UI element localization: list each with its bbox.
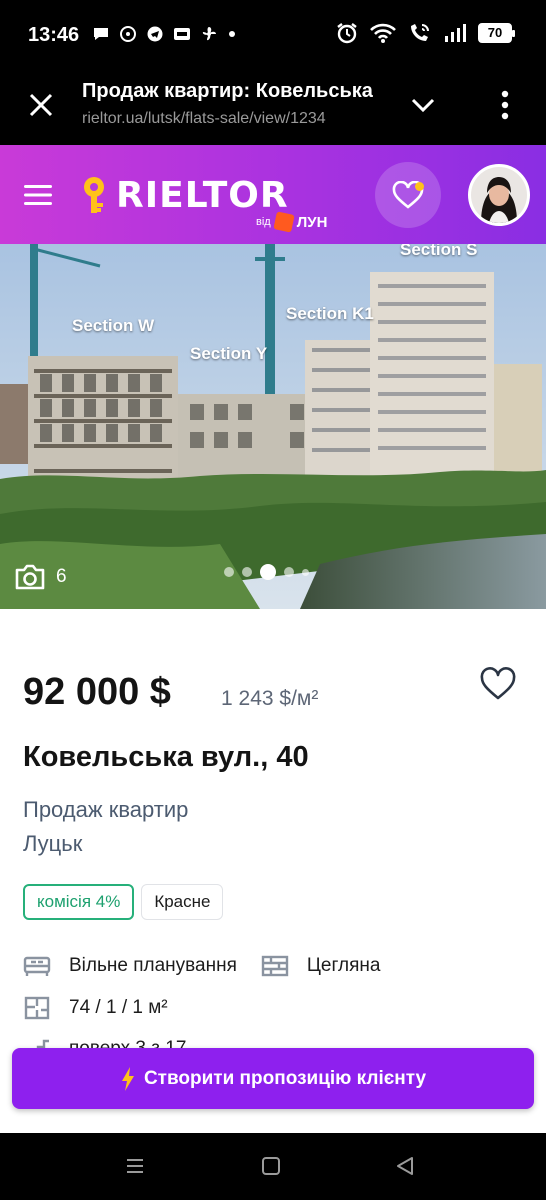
carousel-dot[interactable] <box>284 567 294 577</box>
heart-outline-icon[interactable] <box>480 667 516 701</box>
floorplan-icon <box>24 996 50 1020</box>
create-offer-label: Створити пропозицію клієнту <box>143 1067 427 1089</box>
close-icon[interactable] <box>26 90 56 120</box>
notification-dot <box>415 182 424 191</box>
menu-icon[interactable] <box>24 184 52 206</box>
wifi-icon <box>370 23 396 43</box>
commission-tag: комісія 4% <box>23 884 135 920</box>
back-icon[interactable] <box>394 1155 416 1177</box>
price-per-m2: 1 243 $/м² <box>221 687 319 710</box>
photo-label: Section Y <box>190 344 268 363</box>
feature-layout: Вільне планування <box>23 954 237 978</box>
create-offer-button[interactable]: Створити пропозицію клієнту <box>12 1048 534 1109</box>
photo-count[interactable]: 6 <box>14 564 67 590</box>
carousel-dot[interactable] <box>242 567 252 577</box>
system-nav-bar <box>0 1133 546 1200</box>
system-icons: 70 <box>336 22 515 44</box>
more-vertical-icon[interactable] <box>492 88 518 122</box>
listing-price: 92 000 $ <box>23 671 171 713</box>
listing-tags: комісія 4% Красне <box>23 884 224 920</box>
carousel-dot[interactable] <box>224 567 234 577</box>
listing-address: Ковельська вул., 40 <box>23 741 309 773</box>
district-tag[interactable]: Красне <box>141 884 224 920</box>
key-logo-icon <box>84 177 104 213</box>
feature-row: 74 / 1 / 1 м² <box>23 996 168 1020</box>
viber-icon <box>120 26 136 42</box>
browser-toolbar: Продаж квартир: Ковельська rieltor.ua/lu… <box>0 72 546 145</box>
camera-icon <box>15 564 45 590</box>
alarm-icon <box>337 23 357 44</box>
notification-icons <box>92 26 245 42</box>
home-icon[interactable] <box>260 1155 282 1177</box>
feature-row: Вільне планування Цегляна <box>23 954 380 978</box>
avatar-photo <box>471 167 527 223</box>
chat-bubble-icon <box>94 28 108 40</box>
status-bar: 13:46 70 <box>0 0 546 72</box>
dot-icon <box>229 31 235 37</box>
favorites-button[interactable] <box>375 162 441 228</box>
photo-label: Section S <box>400 244 478 259</box>
site-logo[interactable]: RIELTOR <box>80 174 289 216</box>
photo-count-value: 6 <box>56 566 67 587</box>
carousel-dot-active[interactable] <box>260 564 276 580</box>
logo-sub-brand: ЛУН <box>296 213 328 231</box>
feature-material: Цегляна <box>261 954 381 978</box>
telegram-icon <box>147 26 163 42</box>
battery-indicator: 70 <box>478 23 515 43</box>
browser-url[interactable]: rieltor.ua/lutsk/flats-sale/view/1234 <box>82 110 378 128</box>
feature-area-value: 74 / 1 / 1 м² <box>69 997 168 1018</box>
chevron-down-icon[interactable] <box>410 92 436 118</box>
wifi-call-icon <box>411 24 429 41</box>
logo-sub-prefix: від <box>256 216 271 228</box>
signal-icon <box>445 24 466 42</box>
listing-category[interactable]: Продаж квартир <box>23 797 188 823</box>
avatar[interactable] <box>468 164 530 226</box>
site-header: RIELTOR від ЛУН <box>0 145 546 244</box>
listing-photo[interactable]: Section W Section Y Section K1 Section S… <box>0 244 546 609</box>
feature-material-value: Цегляна <box>306 955 381 976</box>
browser-page-title: Продаж квартир: Ковельська <box>82 80 373 102</box>
status-time: 13:46 <box>28 24 80 46</box>
brick-icon <box>261 955 289 977</box>
bed-icon <box>23 956 51 976</box>
photo-label: Section K1 <box>286 304 374 323</box>
construction-site-image <box>0 244 546 609</box>
recents-icon[interactable] <box>124 1155 146 1177</box>
lun-cube-icon <box>273 211 295 233</box>
carousel-dot[interactable] <box>302 568 309 576</box>
carousel-dots <box>224 564 309 580</box>
lightning-icon <box>121 1066 134 1091</box>
photo-label: Section W <box>72 316 155 335</box>
fan-icon <box>202 27 216 41</box>
app-icon <box>174 28 190 40</box>
listing-city[interactable]: Луцьк <box>23 831 82 857</box>
logo-text: RIELTOR <box>116 174 289 216</box>
feature-layout-value: Вільне планування <box>69 955 237 976</box>
logo-subtitle: від ЛУН <box>256 211 328 233</box>
